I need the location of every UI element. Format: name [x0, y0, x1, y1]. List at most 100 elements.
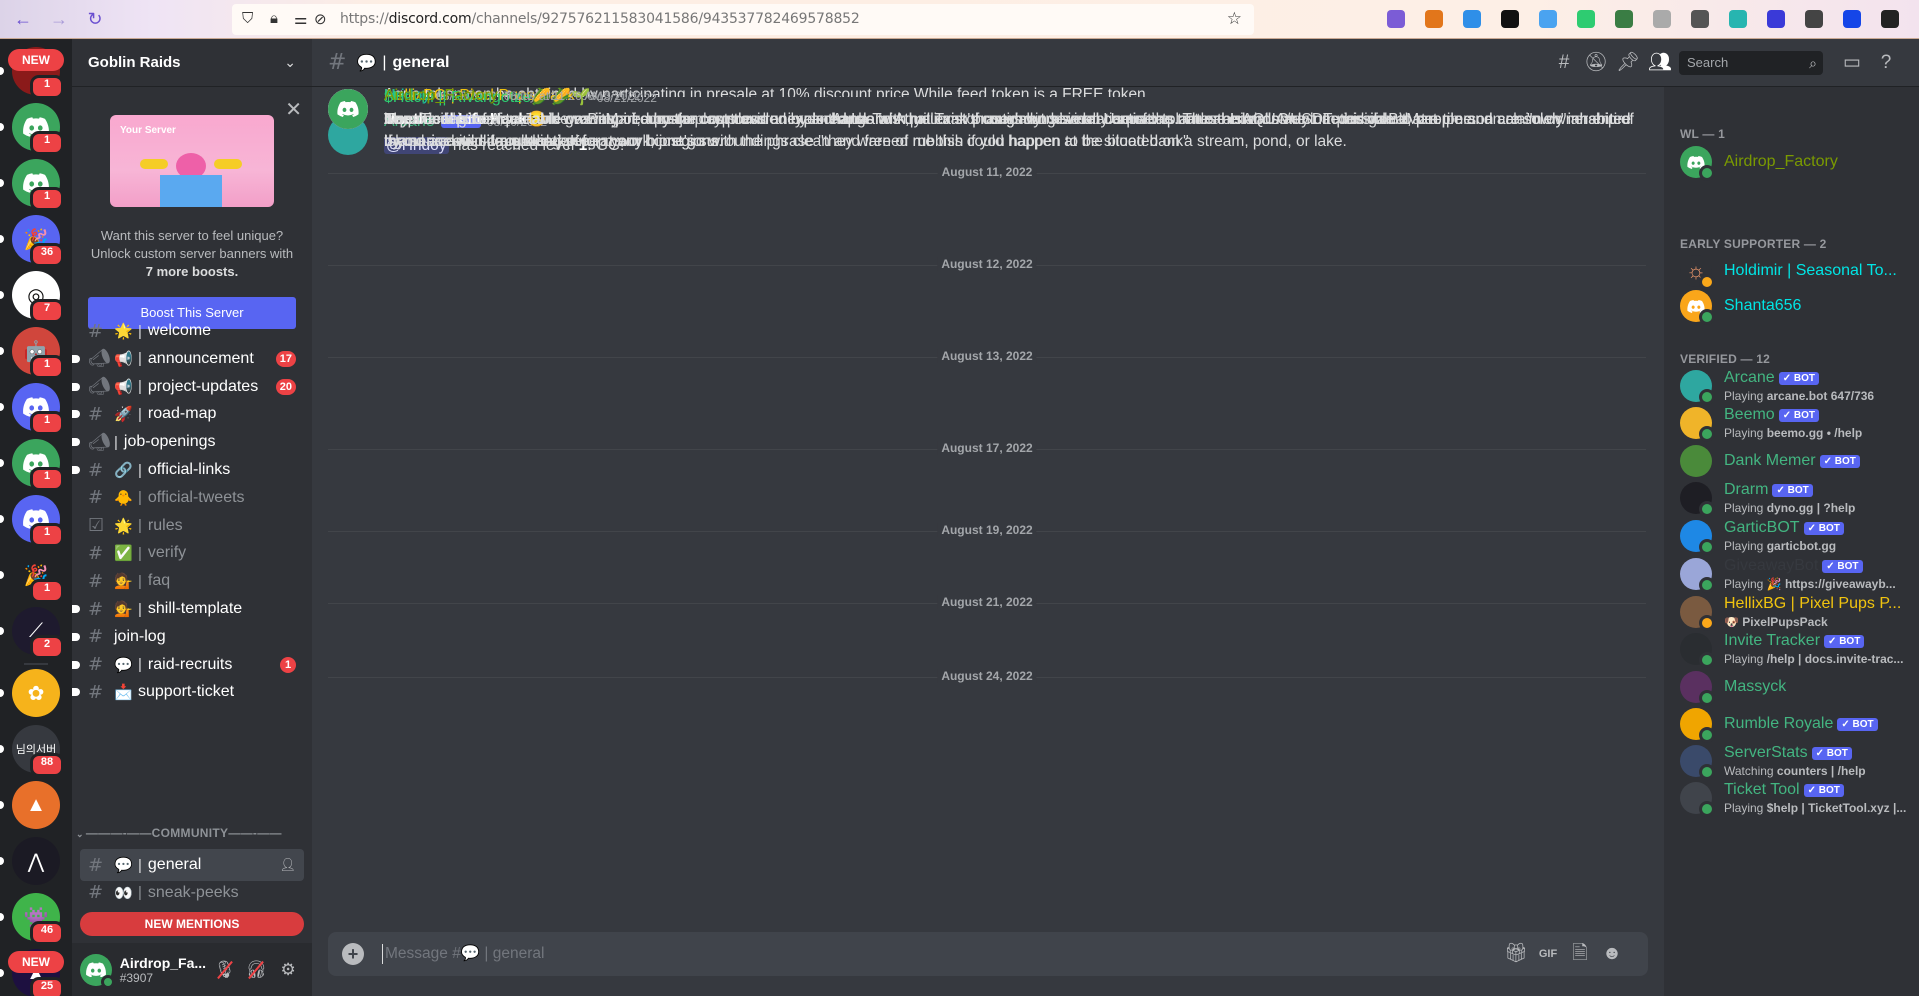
- text-channel-icon: #: [88, 882, 104, 904]
- settings-button[interactable]: ⚙: [272, 954, 304, 986]
- metamask-icon[interactable]: [1425, 10, 1443, 28]
- server-icon[interactable]: 1: [12, 103, 64, 155]
- lock-icon[interactable]: 🔒︎: [270, 10, 278, 27]
- channel-name: welcome: [147, 322, 212, 339]
- server-icon[interactable]: 🎉 36: [12, 215, 64, 267]
- channel-sidebar: Goblin Raids ⌄ ✕ Your Server Want this s…: [72, 39, 312, 996]
- new-mentions-button[interactable]: NEW MENTIONS: [80, 912, 304, 936]
- ghost-blue-icon[interactable]: [1767, 10, 1785, 28]
- chevron-down-icon[interactable]: ⌄: [284, 54, 296, 71]
- member-item[interactable]: GiveawayBot ✓ BOT Playing 🎉 https://giveaw…: [1672, 553, 1912, 595]
- server-icon[interactable]: ⟋ 2: [12, 607, 64, 659]
- server-icon[interactable]: 🎉 1: [12, 551, 64, 603]
- edge-icon[interactable]: [1729, 10, 1747, 28]
- new-server-badge: NEW: [8, 49, 64, 71]
- back-button[interactable]: ←: [12, 8, 34, 30]
- cookie-icon[interactable]: [1805, 10, 1823, 28]
- member-item[interactable]: Massyck: [1672, 666, 1912, 708]
- permissions-icon[interactable]: ⚌: [294, 10, 307, 28]
- channel-sneak-peeks[interactable]: # 👀 | sneak-peeks: [80, 877, 304, 909]
- server-icon[interactable]: ▲: [12, 781, 60, 829]
- member-item[interactable]: Beemo ✓ BOT Playing beemo.gg • /help: [1672, 402, 1912, 444]
- channel-join-log[interactable]: # join-log: [72, 621, 304, 653]
- member-item[interactable]: Airdrop_Factory: [1672, 141, 1912, 183]
- inbox-icon[interactable]: ▭: [1840, 51, 1864, 75]
- gift-icon[interactable]: 🎁︎: [1504, 942, 1528, 966]
- channel-announcement[interactable]: 📣︎ 📢 | announcement 17: [72, 343, 304, 375]
- channel-official-tweets[interactable]: # 🐥 | official-tweets: [80, 482, 304, 514]
- member-item[interactable]: HellixBG | Pixel Pups P... 🐶 PixelPupsPac…: [1672, 591, 1912, 633]
- search-input[interactable]: Search ⌕: [1679, 51, 1823, 75]
- gif-icon[interactable]: GIF: [1536, 942, 1560, 966]
- threads-icon[interactable]: #: [1552, 51, 1576, 75]
- member-item[interactable]: Drarm ✓ BOT Playing dyno.gg | ?help: [1672, 477, 1912, 519]
- notification-muted-icon[interactable]: 🔕︎: [1584, 51, 1608, 75]
- member-item[interactable]: Invite Tracker ✓ BOT Playing /help | docs.…: [1672, 628, 1912, 670]
- camera-blocked-icon[interactable]: ⊘: [314, 10, 327, 28]
- user-info[interactable]: Airdrop_Fa... #3907: [120, 955, 209, 985]
- cloud-icon[interactable]: [1653, 10, 1671, 28]
- drop-icon[interactable]: [1463, 10, 1481, 28]
- message-composer: + 🎁︎ GIF 🗎 ☻: [328, 932, 1648, 976]
- member-avatar: [1680, 671, 1715, 706]
- server-glyph: ▲: [26, 793, 46, 816]
- member-name: Beemo: [1724, 406, 1775, 423]
- lion-icon[interactable]: [1881, 10, 1899, 28]
- member-avatar: [1680, 407, 1715, 442]
- activity-name: dyno.gg | ?help: [1766, 501, 1856, 515]
- member-item[interactable]: Arcane ✓ BOT Playing arcane.bot 647/736: [1672, 365, 1912, 407]
- bookmark-star-icon[interactable]: ☆: [1227, 9, 1242, 29]
- member-item[interactable]: Shanta656: [1672, 285, 1912, 327]
- globe-icon[interactable]: [1615, 10, 1633, 28]
- user-avatar[interactable]: [328, 89, 368, 129]
- category-community[interactable]: ⌄ ———-——COMMUNITY——-——: [76, 826, 308, 842]
- red-c-icon[interactable]: [1501, 10, 1519, 28]
- user-avatar[interactable]: [80, 953, 115, 989]
- illustration-box: [160, 175, 222, 207]
- member-item[interactable]: Rumble Royale ✓ BOT: [1672, 703, 1912, 745]
- channel-support-ticket[interactable]: # 📩 support-ticket: [72, 676, 304, 708]
- server-icon[interactable]: 님의서버 88: [12, 725, 64, 777]
- url-text[interactable]: https://discord.com/channels/92757621158…: [340, 11, 860, 27]
- ghost-icon[interactable]: [1691, 10, 1709, 28]
- server-icon[interactable]: 1: [12, 159, 64, 211]
- mute-button[interactable]: 🎙︎: [209, 954, 241, 986]
- upload-plus-icon[interactable]: +: [342, 943, 364, 965]
- server-icon[interactable]: 1: [12, 495, 64, 547]
- cash-icon[interactable]: [1577, 10, 1595, 28]
- server-icon[interactable]: 1: [12, 383, 64, 435]
- pin-icon[interactable]: 📌︎: [1616, 51, 1640, 75]
- server-icon[interactable]: 👾 46: [12, 893, 64, 945]
- message-input[interactable]: [382, 944, 1482, 964]
- member-item[interactable]: ServerStats ✓ BOT Watching counters | /hel…: [1672, 740, 1912, 782]
- pocket-icon[interactable]: [1387, 10, 1405, 28]
- channel-title: general: [392, 53, 450, 71]
- shield-icon[interactable]: ⛉: [242, 10, 253, 27]
- sticker-icon[interactable]: 🗎: [1568, 942, 1592, 966]
- message-timestamp: Today at 11:26 AM: [503, 89, 603, 103]
- server-icon[interactable]: 1: [12, 439, 64, 491]
- server-header[interactable]: Goblin Raids ⌄: [72, 39, 312, 87]
- member-item[interactable]: GarticBOT ✓ BOT Playing garticbot.gg: [1672, 515, 1912, 557]
- server-icon[interactable]: ◎ 7: [12, 271, 64, 323]
- mention-badge: 1: [30, 411, 64, 435]
- text-channel-icon: #: [88, 854, 104, 876]
- member-list-icon[interactable]: 👥︎: [1648, 51, 1672, 75]
- server-icon[interactable]: 🤖 1: [12, 327, 64, 379]
- separator: |: [138, 322, 142, 340]
- d-icon[interactable]: [1539, 10, 1557, 28]
- close-icon[interactable]: ✕: [285, 97, 302, 122]
- emoji-icon[interactable]: ☻: [1600, 942, 1624, 966]
- reload-button[interactable]: ↻: [84, 8, 106, 30]
- m-icon[interactable]: [1843, 10, 1861, 28]
- member-item[interactable]: Ticket Tool ✓ BOT Playing $help | TicketTo…: [1672, 777, 1912, 819]
- add-member-icon[interactable]: 👤︎: [279, 857, 296, 873]
- message-author[interactable]: Airdrop_Factory: [384, 87, 498, 105]
- deafen-button[interactable]: 🎧︎: [241, 954, 273, 986]
- forward-button[interactable]: →: [48, 8, 70, 30]
- url-bar[interactable]: ⛉ 🔒︎ ⚌ ⊘ https://discord.com/channels/92…: [232, 4, 1254, 35]
- member-item[interactable]: Dank Memer ✓ BOT: [1672, 440, 1912, 482]
- server-icon[interactable]: ✿: [12, 669, 60, 717]
- server-icon[interactable]: ⋀: [12, 837, 60, 885]
- help-icon[interactable]: ?: [1874, 51, 1898, 75]
